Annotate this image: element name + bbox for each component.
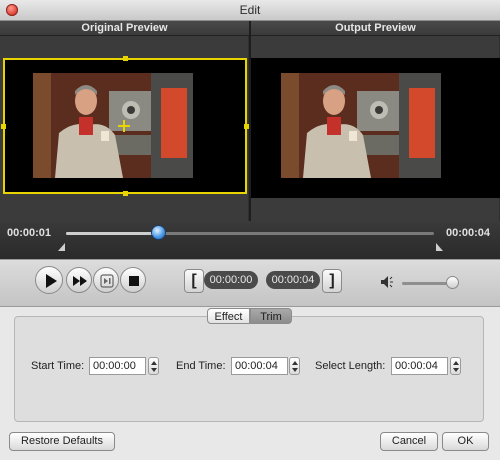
original-preview-label: Original Preview [0,21,249,36]
step-frame-icon [100,274,114,288]
end-time-stepper[interactable] [289,357,300,375]
output-video-frame [251,58,500,198]
end-time-label-field: End Time: [176,360,226,372]
play-icon [46,274,57,288]
select-length-stepper[interactable] [450,357,461,375]
playback-controls: [ 00:00:00 00:00:04 ] [0,259,500,307]
crop-handle-bottom[interactable] [123,191,128,196]
fast-forward-button[interactable] [66,267,92,293]
timeline-bar: 00:00:01 00:00:04 [0,221,500,259]
output-preview-label: Output Preview [251,21,500,36]
playhead-thumb[interactable] [152,226,165,239]
crop-handle-right[interactable] [244,124,249,129]
trim-start-marker[interactable] [58,243,65,251]
end-time-field[interactable] [231,357,288,375]
end-time-display: 00:00:04 [266,271,320,289]
volume-slider-thumb[interactable] [446,276,460,289]
current-time-label: 00:00:01 [7,227,52,239]
set-start-button[interactable]: [ [184,269,204,293]
set-end-button[interactable]: ] [322,269,342,293]
preview-area: Original Preview Output Preview [0,21,500,221]
end-time-label: 00:00:04 [446,227,491,239]
select-length-label: Select Length: [315,360,386,372]
start-time-display: 00:00:00 [204,271,258,289]
tab-trim[interactable]: Trim [250,308,292,324]
start-time-field[interactable] [89,357,146,375]
start-time-label: Start Time: [31,360,85,372]
tab-effect[interactable]: Effect [207,308,250,324]
speaker-icon[interactable] [380,275,396,289]
output-video-image [281,73,441,178]
start-time-stepper[interactable] [148,357,159,375]
trim-end-marker[interactable] [436,243,443,251]
stop-button[interactable] [120,267,146,293]
stop-icon [129,276,139,286]
crop-center-crosshair-v [123,120,125,132]
timeline-progress [66,232,158,235]
crop-handle-left[interactable] [1,124,6,129]
output-preview-pane [251,36,500,221]
crop-handle-top[interactable] [123,56,128,61]
cancel-button[interactable]: Cancel [380,432,438,451]
original-preview-pane [0,36,249,221]
select-length-field[interactable] [391,357,448,375]
play-button[interactable] [35,266,63,294]
ok-button[interactable]: OK [442,432,489,451]
window-title: Edit [239,3,261,17]
step-frame-button[interactable] [93,267,119,293]
restore-defaults-button[interactable]: Restore Defaults [9,432,115,451]
fast-forward-icon [73,276,87,286]
